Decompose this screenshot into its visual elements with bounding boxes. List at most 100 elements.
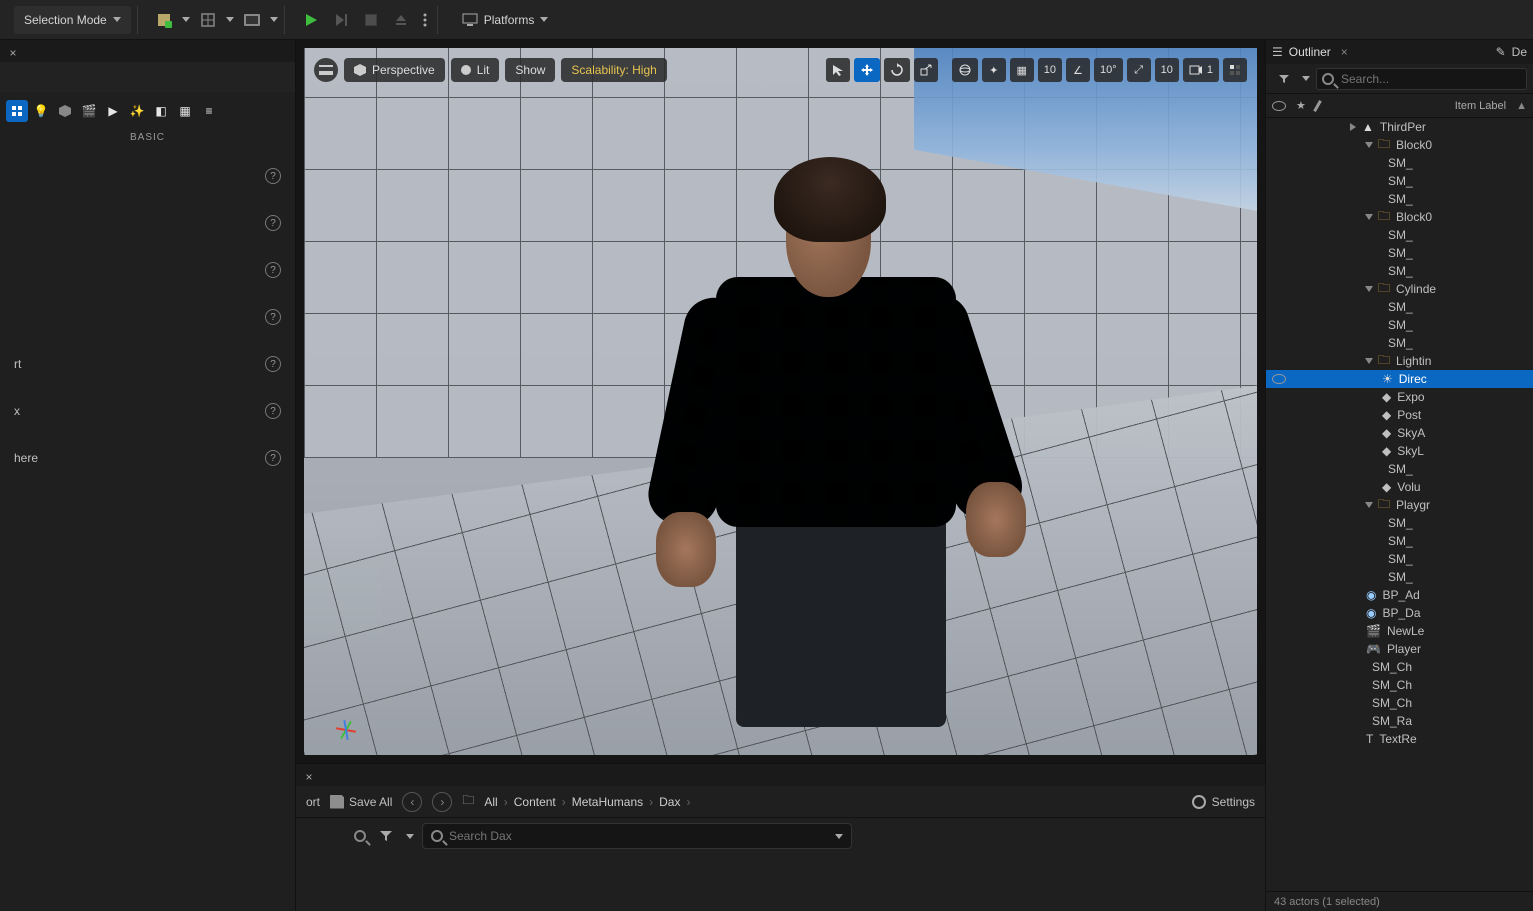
chevron-down-icon[interactable] <box>182 17 190 22</box>
place-actor-row[interactable]: ? <box>0 247 295 294</box>
tree-folder[interactable]: 🗀Block0 <box>1266 208 1533 226</box>
tree-item[interactable]: ☀Direc <box>1266 370 1533 388</box>
eye-icon[interactable] <box>1272 374 1286 384</box>
breadcrumb-item[interactable]: MetaHumans <box>572 795 643 809</box>
eye-icon[interactable] <box>1272 101 1286 111</box>
chevron-down-icon[interactable] <box>226 17 234 22</box>
filter-all-button[interactable]: ≡ <box>198 100 220 122</box>
tree-item[interactable]: SM_Ra <box>1266 712 1533 730</box>
translate-tool[interactable] <box>854 58 880 82</box>
tree-item[interactable]: 🎬NewLe <box>1266 622 1533 640</box>
tree-item[interactable]: SM_Ch <box>1266 658 1533 676</box>
tree-item[interactable]: SM_Ch <box>1266 676 1533 694</box>
tree-item[interactable]: SM_ <box>1266 550 1533 568</box>
play-button[interactable] <box>299 8 323 32</box>
breadcrumb-item[interactable]: Content <box>514 795 556 809</box>
place-actor-row[interactable]: ? <box>0 200 295 247</box>
play-options-button[interactable] <box>419 8 431 32</box>
filter-geometry-button[interactable]: ◧ <box>150 100 172 122</box>
tree-item[interactable]: SM_ <box>1266 172 1533 190</box>
tree-item[interactable]: ◉BP_Ad <box>1266 586 1533 604</box>
tree-item[interactable]: SM_ <box>1266 568 1533 586</box>
tab-close-button[interactable]: × <box>1341 45 1348 59</box>
grid-snap-value[interactable]: 10 <box>1038 58 1062 82</box>
content-search[interactable] <box>422 823 852 849</box>
panel-close-button[interactable]: × <box>300 768 318 786</box>
filter-button[interactable] <box>374 824 398 848</box>
show-dropdown[interactable]: Show <box>505 58 555 82</box>
tree-item[interactable]: SM_ <box>1266 298 1533 316</box>
info-icon[interactable]: ? <box>265 168 281 184</box>
tree-item[interactable]: SM_Ch <box>1266 694 1533 712</box>
expand-icon[interactable] <box>1365 358 1373 364</box>
pin-icon[interactable] <box>1313 100 1322 112</box>
scale-snap-value[interactable]: 10 <box>1155 58 1179 82</box>
tree-item[interactable]: SM_ <box>1266 190 1533 208</box>
content-search-input[interactable] <box>449 829 829 843</box>
tree-item[interactable]: SM_ <box>1266 334 1533 352</box>
filter-volumes-button[interactable]: ▦ <box>174 100 196 122</box>
platforms-dropdown[interactable]: Platforms <box>452 6 559 34</box>
play-step-button[interactable] <box>329 8 353 32</box>
viewport[interactable]: Perspective Lit Show Scalability: High <box>304 48 1257 755</box>
tree-item[interactable]: ◆Expo <box>1266 388 1533 406</box>
filter-basic-button[interactable] <box>6 100 28 122</box>
nav-back-button[interactable]: ‹ <box>402 792 422 812</box>
expand-icon[interactable] <box>1350 123 1356 131</box>
nav-forward-button[interactable]: › <box>432 792 452 812</box>
chevron-down-icon[interactable] <box>406 834 414 839</box>
breadcrumb-item[interactable]: All <box>484 795 497 809</box>
tree-item[interactable]: ◉BP_Da <box>1266 604 1533 622</box>
angle-snap-value[interactable]: 10° <box>1094 58 1123 82</box>
expand-icon[interactable] <box>1365 142 1373 148</box>
place-actor-row[interactable]: here? <box>0 435 295 482</box>
tree-folder[interactable]: 🗀Lightin <box>1266 352 1533 370</box>
tree-item[interactable]: SM_ <box>1266 460 1533 478</box>
tree-item[interactable]: SM_ <box>1266 514 1533 532</box>
tree-folder[interactable]: 🗀Cylinde <box>1266 280 1533 298</box>
info-icon[interactable]: ? <box>265 262 281 278</box>
lit-dropdown[interactable]: Lit <box>451 58 500 82</box>
viewport-menu-button[interactable] <box>314 58 338 82</box>
expand-icon[interactable] <box>1365 214 1373 220</box>
camera-speed[interactable]: 1 <box>1183 58 1219 82</box>
chevron-down-icon[interactable] <box>270 17 278 22</box>
tree-item[interactable]: SM_ <box>1266 244 1533 262</box>
info-icon[interactable]: ? <box>265 356 281 372</box>
viewport-maximize-button[interactable] <box>1223 58 1247 82</box>
blueprint-button[interactable] <box>196 8 220 32</box>
place-actor-row[interactable]: x? <box>0 388 295 435</box>
scalability-pill[interactable]: Scalability: High <box>561 58 666 82</box>
tree-item[interactable]: SM_ <box>1266 532 1533 550</box>
select-tool[interactable] <box>826 58 850 82</box>
eject-button[interactable] <box>389 8 413 32</box>
cinematics-button[interactable] <box>240 8 264 32</box>
import-label[interactable]: ort <box>306 795 320 809</box>
tree-item[interactable]: SM_ <box>1266 154 1533 172</box>
stop-button[interactable] <box>359 8 383 32</box>
breadcrumb-item[interactable]: Dax <box>659 795 680 809</box>
settings-button[interactable]: Settings <box>1192 795 1255 809</box>
expand-icon[interactable] <box>1365 286 1373 292</box>
place-actor-row[interactable]: ? <box>0 153 295 200</box>
tree-item[interactable]: 🎮Player <box>1266 640 1533 658</box>
place-actor-row[interactable]: ? <box>0 294 295 341</box>
chevron-down-icon[interactable] <box>835 834 843 839</box>
place-actor-row[interactable]: rt? <box>0 341 295 388</box>
add-content-button[interactable] <box>152 8 176 32</box>
filter-lights-button[interactable]: 💡 <box>30 100 52 122</box>
tree-folder[interactable]: 🗀Playgr <box>1266 496 1533 514</box>
outliner-search-input[interactable] <box>1316 68 1527 90</box>
panel-close-button[interactable]: × <box>4 44 22 62</box>
info-icon[interactable]: ? <box>265 450 281 466</box>
coordinate-space-toggle[interactable] <box>952 58 978 82</box>
filter-cinematic-button[interactable]: 🎬 <box>78 100 100 122</box>
grid-snap-toggle[interactable]: ▦ <box>1010 58 1034 82</box>
tree-item[interactable]: ◆Volu <box>1266 478 1533 496</box>
save-all-button[interactable]: Save All <box>330 795 392 809</box>
info-icon[interactable]: ? <box>265 309 281 325</box>
info-icon[interactable]: ? <box>265 215 281 231</box>
tree-item[interactable]: ◆SkyA <box>1266 424 1533 442</box>
chevron-down-icon[interactable] <box>1302 76 1310 81</box>
filter-fx-button[interactable]: ✨ <box>126 100 148 122</box>
